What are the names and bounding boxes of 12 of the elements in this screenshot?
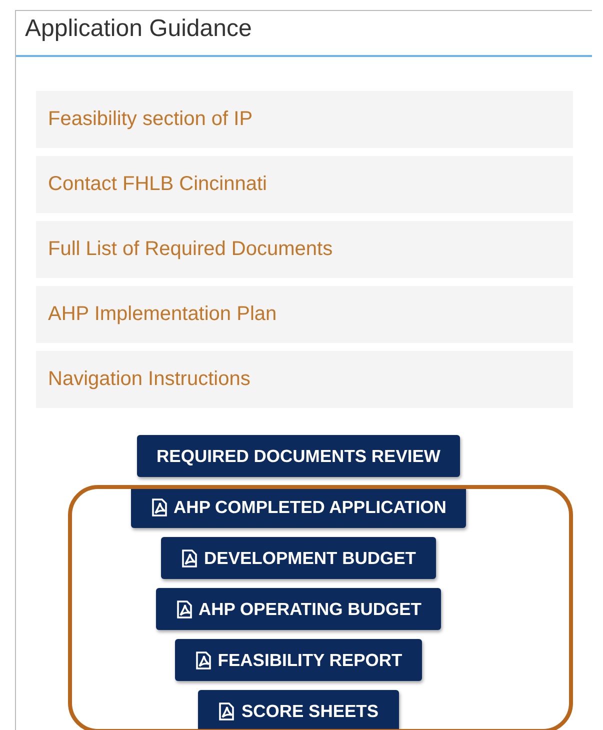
- document-button[interactable]: AHP OPERATING BUDGET: [156, 588, 442, 630]
- pdf-file-icon: [181, 548, 198, 568]
- document-button[interactable]: AHP COMPLETED APPLICATION: [130, 486, 466, 528]
- panel-title: Application Guidance: [16, 11, 592, 57]
- document-button[interactable]: FEASIBILITY REPORT: [174, 639, 422, 681]
- document-button[interactable]: DEVELOPMENT BUDGET: [161, 537, 436, 579]
- document-button[interactable]: REQUIRED DOCUMENTS REVIEW: [136, 435, 460, 477]
- document-button[interactable]: SCORE SHEETS: [198, 690, 399, 730]
- pdf-file-icon: [218, 702, 236, 720]
- pdf-file-icon: [176, 600, 192, 618]
- pdf-file-icon: [150, 498, 168, 516]
- pdf-file-icon: [194, 650, 212, 670]
